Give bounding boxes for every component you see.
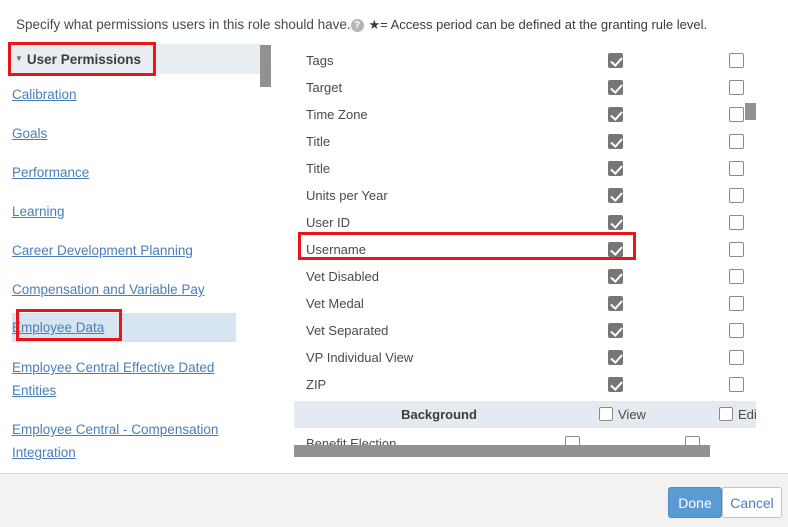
sidebar-item-compensation-and-variable-pay[interactable]: Compensation and Variable Pay	[12, 278, 260, 301]
table-row: Title	[294, 155, 756, 182]
edit-checkbox[interactable]	[729, 242, 744, 257]
table-row: VP Individual View	[294, 344, 756, 371]
view-checkbox[interactable]	[608, 134, 623, 149]
group-title: Background	[294, 401, 584, 428]
table-row: Tags	[294, 47, 756, 74]
sidebar-item-learning[interactable]: Learning	[12, 200, 260, 223]
sidebar-item-career-development-planning[interactable]: Career Development Planning	[12, 239, 260, 262]
table-row: Vet Medal	[294, 290, 756, 317]
permission-label: ZIP	[306, 371, 326, 398]
permission-label: Units per Year	[306, 182, 388, 209]
table-row: Vet Disabled	[294, 263, 756, 290]
permission-label: Title	[306, 155, 330, 182]
access-period-legend: ★= Access period can be defined at the g…	[368, 17, 707, 32]
sidebar-item-label: Employee Central Effective Dated Entitie…	[12, 360, 214, 398]
table-row: Units per Year	[294, 182, 756, 209]
table-row: ZIP	[294, 371, 756, 398]
table-row: Title	[294, 128, 756, 155]
edit-checkbox[interactable]	[729, 215, 744, 230]
permission-label: Username	[306, 236, 366, 263]
permission-category-sidebar: ▼ User Permissions Calibration Goals Perf…	[0, 42, 272, 462]
permission-label: Tags	[306, 47, 333, 74]
edit-checkbox[interactable]	[729, 107, 744, 122]
group-edit-label: Edit	[738, 401, 756, 428]
sidebar-item-employee-data[interactable]: Employee Data	[12, 313, 236, 342]
permission-list-horizontal-scrollbar[interactable]	[294, 445, 710, 457]
view-checkbox[interactable]	[608, 296, 623, 311]
table-row-username: Username	[294, 236, 756, 263]
sidebar-group-label: User Permissions	[27, 52, 141, 67]
sidebar-item-calibration[interactable]: Calibration	[12, 83, 260, 106]
done-button[interactable]: Done	[668, 487, 722, 518]
sidebar-item-goals[interactable]: Goals	[12, 122, 260, 145]
sidebar-item-label: Employee Central - Compensation Integrat…	[12, 422, 218, 460]
table-row: User ID	[294, 209, 756, 236]
sidebar-item-employee-central-effective-dated-entities[interactable]: Employee Central Effective Dated Entitie…	[12, 356, 242, 402]
sidebar-group-user-permissions[interactable]: ▼ User Permissions	[8, 44, 260, 74]
sidebar-item-label: Learning	[12, 204, 65, 219]
view-checkbox[interactable]	[608, 323, 623, 338]
permission-field-list: Tags Target Time Zone Title Title Units …	[294, 42, 756, 456]
group-view-checkbox[interactable]	[599, 407, 613, 421]
table-row: Time Zone	[294, 101, 756, 128]
sidebar-item-label: Employee Data	[12, 320, 104, 335]
permission-label: Vet Medal	[306, 290, 364, 317]
instruction-bar: Specify what permissions users in this r…	[16, 14, 776, 36]
view-checkbox[interactable]	[608, 242, 623, 257]
edit-checkbox[interactable]	[729, 161, 744, 176]
dialog-footer: Done Cancel	[0, 473, 788, 527]
cancel-button[interactable]: Cancel	[722, 487, 782, 518]
chevron-down-icon: ▼	[15, 44, 23, 74]
view-checkbox[interactable]	[608, 53, 623, 68]
group-view-label: View	[618, 401, 646, 428]
sidebar-item-performance[interactable]: Performance	[12, 161, 260, 184]
permission-label: Title	[306, 128, 330, 155]
permission-label: Time Zone	[306, 101, 368, 128]
view-checkbox[interactable]	[608, 269, 623, 284]
view-checkbox[interactable]	[608, 215, 623, 230]
edit-checkbox[interactable]	[729, 377, 744, 392]
edit-checkbox[interactable]	[729, 134, 744, 149]
edit-checkbox[interactable]	[729, 323, 744, 338]
view-checkbox[interactable]	[608, 161, 623, 176]
view-checkbox[interactable]	[608, 350, 623, 365]
edit-checkbox[interactable]	[729, 350, 744, 365]
edit-checkbox[interactable]	[729, 296, 744, 311]
sidebar-item-employee-central-compensation-integration[interactable]: Employee Central - Compensation Integrat…	[12, 418, 244, 462]
edit-checkbox[interactable]	[729, 53, 744, 68]
edit-checkbox[interactable]	[729, 188, 744, 203]
permission-label: Vet Disabled	[306, 263, 379, 290]
view-checkbox[interactable]	[608, 377, 623, 392]
table-row: Vet Separated	[294, 317, 756, 344]
help-circle-icon[interactable]: ?	[351, 19, 364, 32]
sidebar-item-label: Performance	[12, 165, 89, 180]
permission-list-vertical-scrollbar-thumb[interactable]	[745, 103, 756, 120]
sidebar-item-label: Compensation and Variable Pay	[12, 282, 205, 297]
edit-checkbox[interactable]	[729, 269, 744, 284]
sidebar-item-label: Goals	[12, 126, 47, 141]
view-checkbox[interactable]	[608, 80, 623, 95]
view-checkbox[interactable]	[608, 188, 623, 203]
sidebar-item-label: Calibration	[12, 87, 77, 102]
sidebar-item-label: Career Development Planning	[12, 243, 193, 258]
permission-label: User ID	[306, 209, 350, 236]
instruction-text: Specify what permissions users in this r…	[16, 17, 351, 32]
view-checkbox[interactable]	[608, 107, 623, 122]
group-edit-checkbox[interactable]	[719, 407, 733, 421]
permission-label: VP Individual View	[306, 344, 413, 371]
permission-label: Target	[306, 74, 342, 101]
edit-checkbox[interactable]	[729, 80, 744, 95]
table-row: Target	[294, 74, 756, 101]
permission-group-header-background: Background View Edit	[294, 401, 756, 428]
permission-settings-dialog: Specify what permissions users in this r…	[0, 0, 788, 527]
sidebar-scrollbar-thumb[interactable]	[260, 45, 271, 87]
permission-label: Vet Separated	[306, 317, 388, 344]
